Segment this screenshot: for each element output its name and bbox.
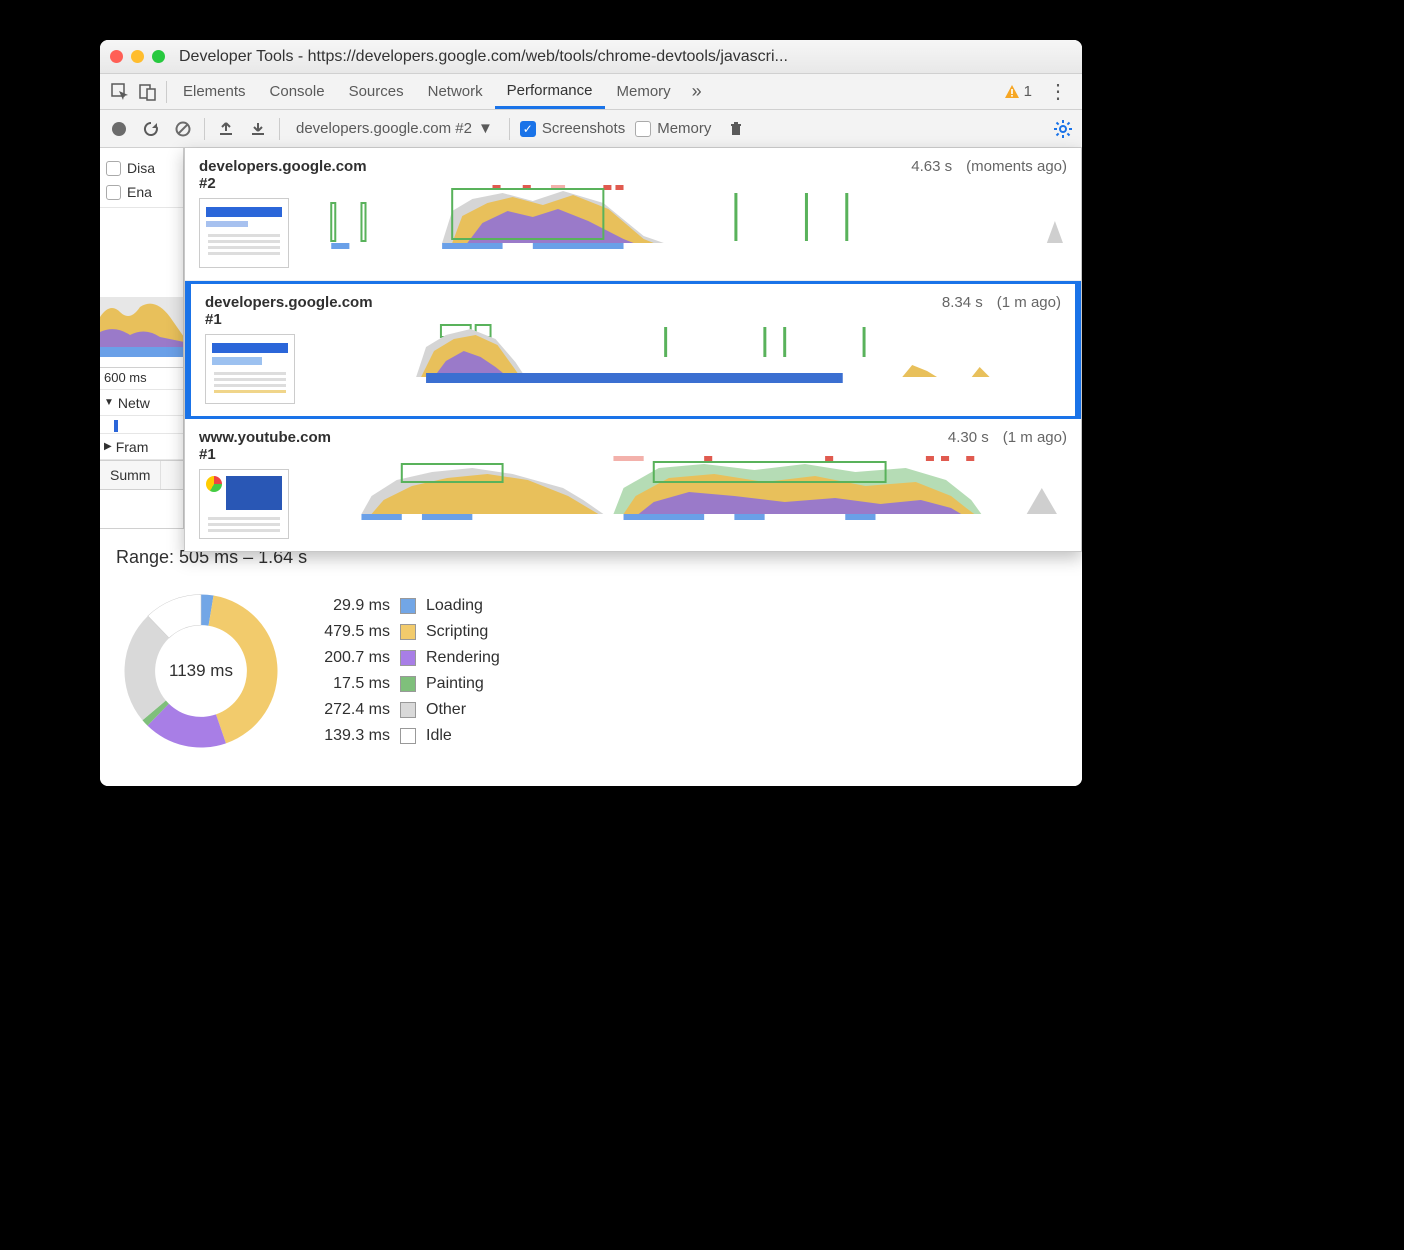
- recording-thumbnail: [199, 469, 289, 539]
- time-scale-label: 600 ms: [100, 368, 183, 390]
- legend-label: Idle: [426, 727, 452, 745]
- warnings-badge[interactable]: 1: [996, 83, 1040, 100]
- legend-ms: 29.9 ms: [310, 597, 390, 615]
- recording-duration: 4.30 s: [948, 429, 989, 446]
- frames-row-label: Fram: [116, 439, 149, 455]
- tab-sources[interactable]: Sources: [337, 74, 416, 109]
- recording-thumbnail: [199, 198, 289, 268]
- recordings-dropdown: developers.google.com #2 4.63 s (moments…: [184, 148, 1082, 552]
- recording-overview-chart: [301, 452, 1067, 522]
- memory-checkbox[interactable]: Memory: [635, 120, 711, 137]
- disable-label: Disa: [127, 160, 155, 176]
- tab-elements[interactable]: Elements: [171, 74, 258, 109]
- chevron-down-icon: ▼: [104, 397, 114, 408]
- clear-icon[interactable]: [172, 118, 194, 140]
- warning-count: 1: [1024, 83, 1032, 100]
- more-tabs-icon[interactable]: »: [683, 78, 711, 106]
- recording-overview-chart: [301, 181, 1067, 251]
- screenshots-checkbox[interactable]: ✓ Screenshots: [520, 120, 625, 137]
- legend-row: 479.5 ms Scripting: [310, 619, 500, 645]
- devtools-window: Developer Tools - https://developers.goo…: [100, 40, 1082, 786]
- record-icon[interactable]: [108, 118, 130, 140]
- titlebar: Developer Tools - https://developers.goo…: [100, 40, 1082, 74]
- checkbox-icon: [635, 121, 651, 137]
- minimize-icon[interactable]: [131, 50, 144, 63]
- screenshots-label: Screenshots: [542, 120, 625, 137]
- network-row[interactable]: ▼ Netw: [100, 390, 183, 416]
- reload-icon[interactable]: [140, 118, 162, 140]
- overview-strip[interactable]: [100, 208, 183, 368]
- save-profile-icon[interactable]: [247, 118, 269, 140]
- recording-item[interactable]: www.youtube.com #1 4.30 s (1 m ago): [185, 419, 1081, 551]
- trash-icon[interactable]: [725, 118, 747, 140]
- legend-label: Scripting: [426, 623, 488, 641]
- chevron-right-icon: ▶: [104, 441, 112, 452]
- legend-swatch: [400, 676, 416, 692]
- window-title: Developer Tools - https://developers.goo…: [179, 48, 1072, 66]
- recording-overview-chart: [307, 317, 1061, 387]
- memory-label: Memory: [657, 120, 711, 137]
- legend-swatch: [400, 598, 416, 614]
- menu-icon[interactable]: ⋮: [1040, 79, 1076, 104]
- legend-row: 200.7 ms Rendering: [310, 645, 500, 671]
- legend-label: Loading: [426, 597, 483, 615]
- inspect-icon[interactable]: [106, 78, 134, 106]
- checkbox-icon: ✓: [520, 121, 536, 137]
- checkbox-icon: [106, 185, 121, 200]
- zoom-icon[interactable]: [152, 50, 165, 63]
- recording-item[interactable]: developers.google.com #2 4.63 s (moments…: [185, 148, 1081, 281]
- left-column: Disa Ena 600 ms ▼: [100, 148, 184, 528]
- legend-row: 17.5 ms Painting: [310, 671, 500, 697]
- legend-ms: 17.5 ms: [310, 675, 390, 693]
- tab-summary[interactable]: Summ: [100, 461, 161, 489]
- summary-total: 1139 ms: [116, 586, 286, 756]
- recording-duration: 8.34 s: [942, 294, 983, 311]
- chevron-down-icon: ▼: [478, 120, 493, 137]
- network-row-label: Netw: [118, 395, 150, 411]
- recording-when: (moments ago): [966, 158, 1067, 175]
- recording-thumbnail: [205, 334, 295, 404]
- tab-console[interactable]: Console: [258, 74, 337, 109]
- checkbox-icon: [106, 161, 121, 176]
- enable-label: Ena: [127, 184, 152, 200]
- legend-ms: 272.4 ms: [310, 701, 390, 719]
- recording-select-label: developers.google.com #2: [296, 120, 472, 137]
- frames-row[interactable]: ▶ Fram: [100, 434, 183, 460]
- legend-ms: 479.5 ms: [310, 623, 390, 641]
- legend-row: 29.9 ms Loading: [310, 593, 500, 619]
- performance-toolbar: developers.google.com #2 ▼ ✓ Screenshots…: [100, 110, 1082, 148]
- tab-memory[interactable]: Memory: [605, 74, 683, 109]
- recording-when: (1 m ago): [997, 294, 1061, 311]
- summary-panel: Range: 505 ms – 1.64 s 1139 ms 29.9 msLo…: [100, 528, 1082, 786]
- legend-swatch: [400, 650, 416, 666]
- legend-swatch: [400, 728, 416, 744]
- device-toggle-icon[interactable]: [134, 78, 162, 106]
- legend-ms: 200.7 ms: [310, 649, 390, 667]
- recording-item[interactable]: developers.google.com #1 8.34 s (1 m ago…: [185, 281, 1081, 419]
- legend-label: Rendering: [426, 649, 500, 667]
- enable-checkbox-row[interactable]: Ena: [106, 180, 177, 204]
- panel-tabs: Elements Console Sources Network Perform…: [100, 74, 1082, 110]
- tab-performance[interactable]: Performance: [495, 74, 605, 109]
- recording-select[interactable]: developers.google.com #2 ▼: [290, 120, 499, 137]
- tab-network[interactable]: Network: [416, 74, 495, 109]
- disable-checkbox-row[interactable]: Disa: [106, 156, 177, 180]
- legend-row: 139.3 ms Idle: [310, 723, 500, 749]
- legend-swatch: [400, 624, 416, 640]
- legend-swatch: [400, 702, 416, 718]
- traffic-lights: [110, 50, 165, 63]
- performance-body: Disa Ena 600 ms ▼: [100, 148, 1082, 786]
- legend-label: Other: [426, 701, 466, 719]
- legend-label: Painting: [426, 675, 484, 693]
- summary-legend: 29.9 ms Loading 479.5 ms Scripting 200.7 ms R…: [310, 593, 500, 749]
- recording-when: (1 m ago): [1003, 429, 1067, 446]
- summary-donut: 1139 ms: [116, 586, 286, 756]
- recording-duration: 4.63 s: [911, 158, 952, 175]
- settings-icon[interactable]: [1052, 118, 1074, 140]
- bottom-tabs: Summ: [100, 460, 183, 490]
- legend-ms: 139.3 ms: [310, 727, 390, 745]
- close-icon[interactable]: [110, 50, 123, 63]
- load-profile-icon[interactable]: [215, 118, 237, 140]
- legend-row: 272.4 ms Other: [310, 697, 500, 723]
